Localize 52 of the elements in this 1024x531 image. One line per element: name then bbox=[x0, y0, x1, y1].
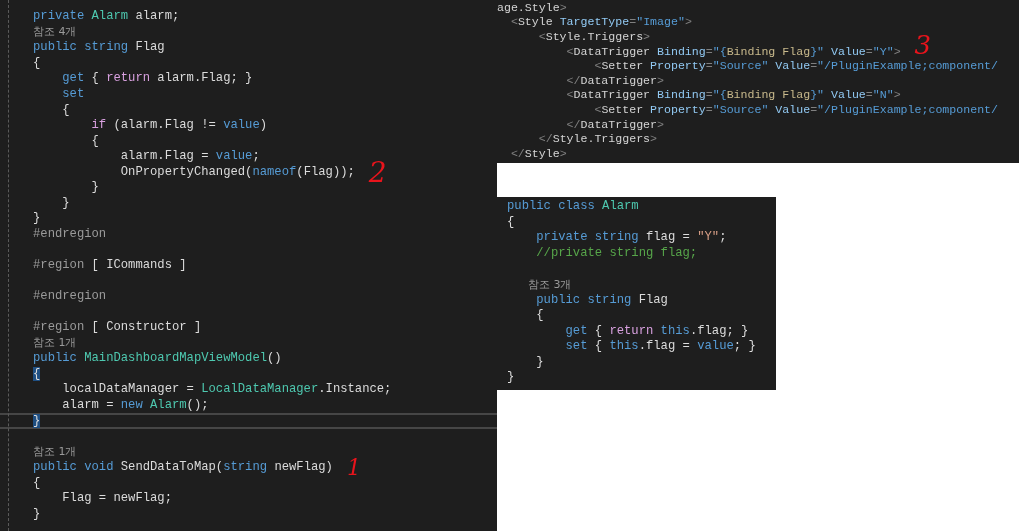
handwritten-annotation: 2 bbox=[368, 162, 387, 185]
code-line: public MainDashboardMapViewModel() bbox=[33, 351, 282, 367]
code-line: </Style.Triggers> bbox=[537, 131, 658, 147]
code-line: { bbox=[61, 102, 70, 118]
code-line: public string Flag bbox=[535, 292, 668, 308]
code-line: age.Style> bbox=[497, 0, 567, 15]
reference-count[interactable]: 참조 3개 bbox=[507, 276, 572, 293]
code-line: get { return this.flag; } bbox=[564, 323, 749, 339]
code-line: set { this.flag = value; } bbox=[564, 339, 756, 355]
code-line: #region [ ICommands ] bbox=[33, 258, 187, 274]
code-line: set bbox=[61, 87, 85, 102]
code-line: get { return alarm.Flag; } bbox=[61, 71, 253, 87]
code-line: </DataTrigger> bbox=[565, 116, 664, 132]
code-line: public string Flag bbox=[33, 40, 165, 56]
code-line: #endregion bbox=[33, 226, 107, 242]
code-line: { bbox=[33, 55, 41, 71]
code-line: OnPropertyChanged(nameof(Flag)); bbox=[119, 164, 355, 180]
code-line: alarm.Flag = value; bbox=[119, 149, 260, 165]
code-line: <Style TargetType="Image"> bbox=[509, 14, 692, 30]
reference-count[interactable]: 참조 1개 bbox=[33, 444, 77, 461]
handwritten-annotation: 1 bbox=[346, 458, 361, 477]
code-line: } bbox=[33, 506, 41, 522]
code-line: <Setter Property="Source" Value="/PluginExample;component/ bbox=[593, 58, 998, 74]
code-line: <DataTrigger Binding="{Binding Flag}" Value="N"> bbox=[565, 87, 901, 103]
code-line: <Setter Property="Source" Value="/PluginExample;component/ bbox=[593, 101, 998, 117]
reference-count[interactable]: 참조 1개 bbox=[33, 335, 77, 352]
code-line: #endregion bbox=[33, 289, 107, 305]
code-line: { bbox=[33, 475, 41, 491]
code-line: </Style> bbox=[509, 145, 567, 161]
code-line: <Style.Triggers> bbox=[537, 29, 651, 44]
code-line: { bbox=[535, 308, 544, 324]
code-line: if (alarm.Flag != value) bbox=[90, 118, 268, 134]
code-line: { bbox=[90, 133, 99, 149]
code-line: } bbox=[535, 354, 544, 370]
code-line: Flag = newFlag; bbox=[61, 491, 172, 507]
code-line: alarm = new Alarm(); bbox=[61, 397, 209, 413]
code-line: } bbox=[90, 180, 99, 196]
code-line: { bbox=[507, 214, 515, 230]
reference-count[interactable]: 참조 4개 bbox=[33, 24, 77, 41]
code-line: } bbox=[61, 195, 70, 211]
handwritten-annotation: 3 bbox=[914, 34, 932, 56]
code-line: </DataTrigger> bbox=[565, 72, 664, 88]
code-line: } bbox=[507, 370, 515, 386]
code-line: //private string flag; bbox=[535, 245, 698, 261]
code-line: public class Alarm bbox=[507, 199, 639, 215]
code-line: private Alarm alarm; bbox=[33, 9, 180, 25]
code-line: private string flag = "Y"; bbox=[535, 230, 727, 246]
code-line: } bbox=[33, 211, 41, 227]
code-line: public void SendDataToMap(string newFlag) bbox=[33, 460, 333, 476]
code-line: localDataManager = LocalDataManager.Instance; bbox=[61, 382, 392, 398]
code-line: <DataTrigger Binding="{Binding Flag}" Value="Y"> bbox=[565, 43, 901, 59]
code-line: #region [ Constructor ] bbox=[33, 320, 202, 336]
